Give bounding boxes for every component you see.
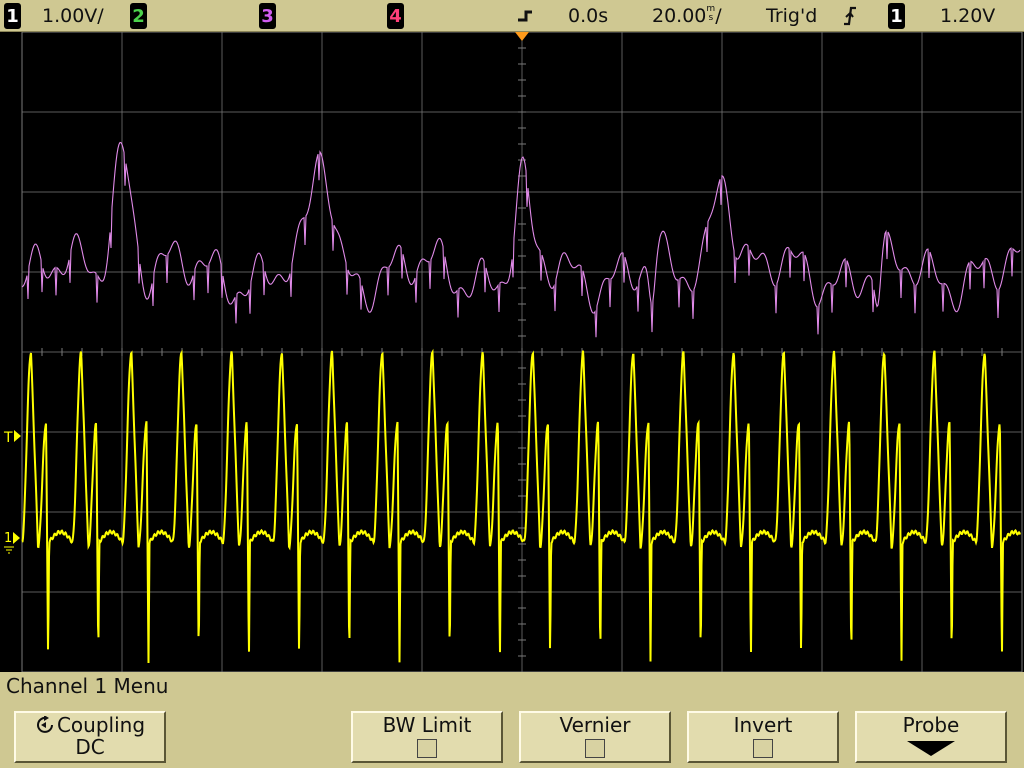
timebase-readout[interactable]: 20.00m s /: [652, 0, 722, 32]
cycle-arrow-icon: [37, 715, 53, 733]
probe-softkey[interactable]: Probe: [855, 711, 1007, 763]
bw-limit-label: BW Limit: [382, 713, 472, 737]
timebase-unit-seconds: s: [708, 13, 714, 23]
coupling-softkey[interactable]: Coupling DC: [14, 711, 166, 763]
coupling-label: Coupling: [56, 713, 146, 737]
timebase-unit: ms: [706, 5, 715, 23]
trigger-level-marker-label: T: [3, 430, 13, 446]
down-arrow-icon: [907, 741, 955, 756]
channel-1-ground-marker: 1: [4, 531, 20, 554]
waveform-display[interactable]: T 1: [0, 32, 1024, 672]
menu-title: Channel 1 Menu: [6, 674, 169, 698]
time-delay-readout[interactable]: 0.0s: [568, 0, 608, 32]
trigger-level-marker: T: [3, 430, 21, 446]
invert-softkey[interactable]: Invert: [687, 711, 839, 763]
trigger-source-badge[interactable]: 1: [888, 3, 905, 29]
vernier-checkbox[interactable]: [585, 739, 605, 758]
channel-1-badge[interactable]: 1: [4, 3, 21, 29]
channel-3-badge[interactable]: 3: [259, 3, 276, 29]
probe-label: Probe: [902, 713, 960, 737]
trigger-status: Trig'd: [766, 5, 818, 27]
graticule: T 1: [3, 32, 1023, 672]
channel-4-badge[interactable]: 4: [387, 3, 404, 29]
coupling-label-row: Coupling: [16, 714, 164, 736]
graticule-grid: [21, 32, 1023, 672]
channel-1-trace: [21, 348, 1021, 664]
softkey-menu: Channel 1 Menu Coupling DC BW Limit Vern…: [0, 672, 1024, 768]
trigger-level-readout[interactable]: 1.20V: [940, 0, 995, 32]
vernier-softkey[interactable]: Vernier: [519, 711, 671, 763]
timebase-value: 20.00: [652, 5, 707, 27]
bw-limit-checkbox[interactable]: [417, 739, 437, 758]
invert-checkbox[interactable]: [753, 739, 773, 758]
delay-reference-icon: [514, 0, 536, 32]
coupling-value: DC: [75, 735, 105, 759]
bw-limit-softkey[interactable]: BW Limit: [351, 711, 503, 763]
timebase-suffix: /: [715, 5, 722, 27]
channel-1-scale[interactable]: 1.00V/: [42, 0, 104, 32]
channel-1-ground-label: 1: [4, 531, 12, 546]
channel-2-badge[interactable]: 2: [130, 3, 147, 29]
vernier-label: Vernier: [559, 713, 631, 737]
invert-label: Invert: [733, 713, 793, 737]
rising-edge-icon[interactable]: [842, 0, 858, 32]
status-bar: 1 1.00V/ 2 3 4 0.0s 20.00m s / Trig'd 1 1.…: [0, 0, 1024, 32]
trigger-position-marker: [515, 32, 529, 41]
